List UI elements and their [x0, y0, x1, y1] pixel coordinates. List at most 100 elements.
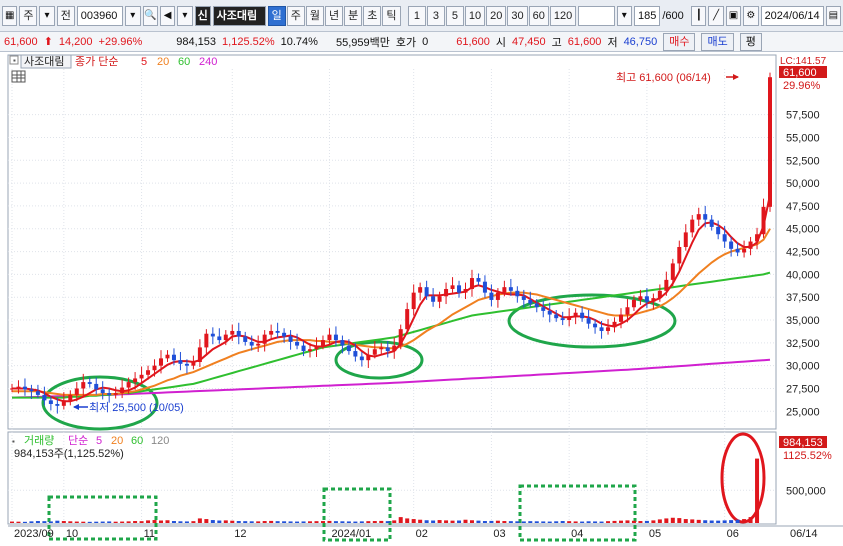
candle-body — [644, 296, 649, 302]
interval-button-5[interactable]: 5 — [445, 5, 464, 26]
candle-body — [366, 354, 371, 361]
market-select[interactable]: 주 — [19, 5, 38, 26]
candle-body — [10, 388, 14, 390]
interval-dropdown-icon[interactable]: ▾ — [616, 5, 632, 26]
last-pct-label: 29.96% — [783, 80, 821, 92]
up-arrow-icon: ⬆ — [43, 36, 53, 48]
candle-body — [709, 219, 714, 227]
legend-ma240: 240 — [199, 56, 217, 68]
volume-bar — [197, 518, 202, 523]
line-chart-icon[interactable]: ╱ — [708, 5, 724, 26]
volume-bar — [664, 518, 669, 523]
period-button-1[interactable]: 주 — [286, 5, 305, 26]
candle-body — [55, 404, 60, 406]
candle-body — [320, 340, 325, 346]
search-icon[interactable]: 🔍 — [142, 5, 158, 26]
candle-body — [612, 321, 617, 328]
candle-body — [431, 296, 436, 302]
candle-body — [191, 362, 196, 366]
candle-body — [554, 314, 559, 319]
volume-legend-title: 거래량 — [24, 434, 54, 447]
volume-bar — [10, 521, 14, 523]
candle-body — [599, 327, 604, 331]
candle-body — [113, 393, 118, 395]
interval-button-30[interactable]: 30 — [507, 5, 528, 26]
volume-bar — [502, 521, 507, 523]
interval-button-60[interactable]: 60 — [528, 5, 549, 26]
save-icon[interactable]: ▣ — [725, 5, 742, 26]
candle-body — [457, 285, 462, 293]
volume-bar — [657, 519, 662, 523]
candle-body — [133, 378, 138, 383]
volume-bar — [644, 520, 649, 523]
period-button-6[interactable]: 틱 — [382, 5, 401, 26]
volume-bar — [547, 521, 552, 523]
interval-button-3[interactable]: 3 — [426, 5, 445, 26]
candle-body — [288, 336, 293, 342]
price-chart[interactable]: 57,500 55,000 52,500 50,000 47,500 45,000 42,5… — [0, 53, 843, 543]
volume-bar — [411, 519, 416, 523]
volume-bar — [612, 520, 617, 523]
speaker-icon[interactable]: ◀ — [159, 5, 176, 26]
period-button-2[interactable]: 월 — [305, 5, 325, 26]
volume-bar — [755, 458, 760, 523]
volume-bar — [670, 517, 675, 523]
speaker-dropdown-icon[interactable]: ▾ — [177, 5, 193, 26]
chart-area[interactable]: 57,500 55,000 52,500 50,000 47,500 45,000 42,5… — [0, 53, 843, 543]
volume-bar — [638, 521, 643, 523]
volume-bar — [269, 520, 274, 523]
candle-body — [476, 278, 481, 282]
date-input[interactable]: 2024/06/14 — [760, 5, 824, 26]
compare-button[interactable]: 평 — [739, 32, 762, 51]
volume-bar — [191, 521, 196, 523]
all-button[interactable]: 전 — [56, 5, 75, 26]
volume-bar — [61, 521, 66, 523]
volume-bar — [431, 520, 436, 523]
volume-bar — [450, 520, 455, 523]
code-dropdown-icon[interactable]: ▾ — [125, 5, 141, 26]
x-tick-label: 12 — [234, 528, 246, 540]
candle-body — [379, 347, 384, 350]
interval-button-10[interactable]: 10 — [464, 5, 486, 26]
volume-bar — [482, 521, 487, 523]
layout-icon[interactable]: ▦ — [2, 5, 18, 26]
candle-body — [61, 400, 66, 406]
volume-bar — [74, 521, 79, 523]
calendar-icon[interactable]: ▤ — [825, 5, 841, 26]
volume-bar — [308, 521, 313, 523]
candle-body — [690, 219, 695, 233]
interval-button-1[interactable]: 1 — [407, 5, 426, 26]
last-price-label: 61,600 — [783, 67, 817, 79]
volume-bar — [262, 521, 267, 523]
period-button-3[interactable]: 년 — [325, 5, 344, 26]
count-input[interactable]: 185 — [634, 5, 661, 26]
interval-button-20[interactable]: 20 — [486, 5, 507, 26]
turnover-pct: 10.74% — [280, 35, 318, 48]
candle-body — [223, 334, 228, 341]
volume-legend-ma120: 120 — [151, 435, 169, 447]
candle-body — [424, 287, 429, 297]
candle-body — [16, 386, 21, 389]
buy-button[interactable]: 매수 — [663, 32, 696, 51]
candle-body — [81, 382, 86, 389]
last-volume-label: 984,153 — [783, 437, 823, 449]
chevron-down-icon[interactable]: ▾ — [39, 5, 55, 26]
interval-input[interactable] — [578, 5, 615, 26]
interval-button-120[interactable]: 120 — [549, 5, 577, 26]
y-tick-label: 52,500 — [786, 155, 820, 167]
settings-icon[interactable]: ⚙ — [743, 5, 759, 26]
period-button-0[interactable]: 일 — [267, 5, 286, 26]
period-button-4[interactable]: 분 — [344, 5, 363, 26]
volume-bar — [534, 521, 539, 523]
candle-type-icon[interactable]: ┃ — [691, 5, 707, 26]
y-tick-label: 47,500 — [786, 201, 820, 213]
volume-bar — [178, 521, 183, 523]
candle-body — [463, 288, 468, 293]
candle-body — [664, 279, 669, 291]
candle-body — [618, 314, 623, 322]
price-change-pct: +29.96% — [98, 35, 143, 48]
volume-bar — [716, 520, 721, 523]
period-button-5[interactable]: 초 — [363, 5, 382, 26]
code-input[interactable]: 003960 — [76, 5, 124, 26]
sell-button[interactable]: 매도 — [701, 32, 734, 51]
